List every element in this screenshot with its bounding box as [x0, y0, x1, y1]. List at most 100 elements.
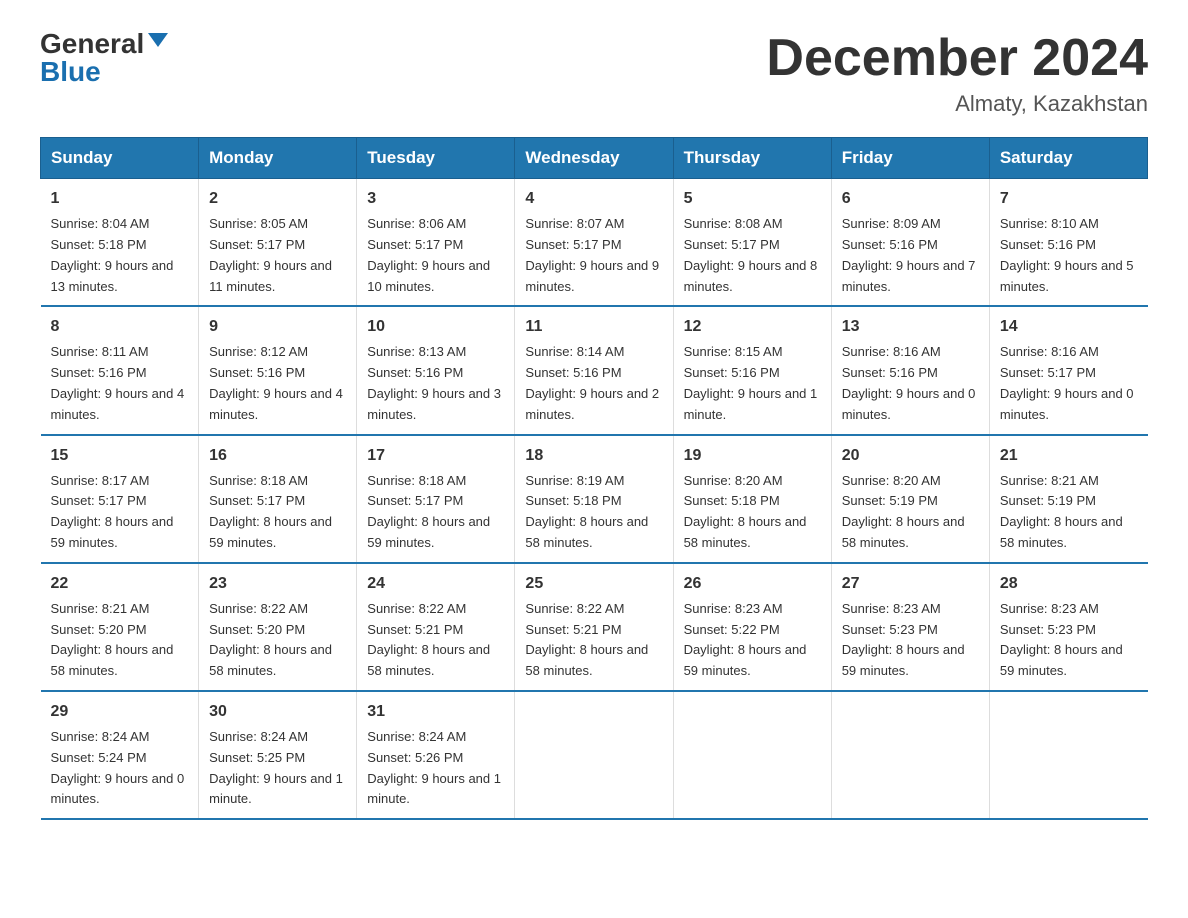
calendar-day-cell: 14 Sunrise: 8:16 AMSunset: 5:17 PMDaylig…: [989, 306, 1147, 434]
col-saturday: Saturday: [989, 138, 1147, 179]
day-number: 10: [367, 315, 504, 339]
day-info: Sunrise: 8:16 AMSunset: 5:17 PMDaylight:…: [1000, 344, 1134, 421]
day-number: 7: [1000, 187, 1138, 211]
calendar-day-cell: 9 Sunrise: 8:12 AMSunset: 5:16 PMDayligh…: [199, 306, 357, 434]
calendar-week-row: 1 Sunrise: 8:04 AMSunset: 5:18 PMDayligh…: [41, 179, 1148, 307]
logo-triangle-icon: [148, 33, 168, 47]
day-number: 18: [525, 444, 662, 468]
calendar-day-cell: 4 Sunrise: 8:07 AMSunset: 5:17 PMDayligh…: [515, 179, 673, 307]
day-number: 14: [1000, 315, 1138, 339]
day-number: 25: [525, 572, 662, 596]
day-info: Sunrise: 8:20 AMSunset: 5:19 PMDaylight:…: [842, 473, 965, 550]
day-info: Sunrise: 8:15 AMSunset: 5:16 PMDaylight:…: [684, 344, 818, 421]
day-info: Sunrise: 8:16 AMSunset: 5:16 PMDaylight:…: [842, 344, 976, 421]
day-info: Sunrise: 8:22 AMSunset: 5:21 PMDaylight:…: [525, 601, 648, 678]
calendar-day-cell: 2 Sunrise: 8:05 AMSunset: 5:17 PMDayligh…: [199, 179, 357, 307]
day-number: 27: [842, 572, 979, 596]
calendar-day-cell: 15 Sunrise: 8:17 AMSunset: 5:17 PMDaylig…: [41, 435, 199, 563]
day-number: 26: [684, 572, 821, 596]
day-number: 23: [209, 572, 346, 596]
col-thursday: Thursday: [673, 138, 831, 179]
day-info: Sunrise: 8:23 AMSunset: 5:23 PMDaylight:…: [1000, 601, 1123, 678]
day-info: Sunrise: 8:11 AMSunset: 5:16 PMDaylight:…: [51, 344, 185, 421]
day-info: Sunrise: 8:24 AMSunset: 5:26 PMDaylight:…: [367, 729, 501, 806]
col-friday: Friday: [831, 138, 989, 179]
day-number: 29: [51, 700, 189, 724]
calendar-day-cell: 5 Sunrise: 8:08 AMSunset: 5:17 PMDayligh…: [673, 179, 831, 307]
day-number: 4: [525, 187, 662, 211]
header-row: Sunday Monday Tuesday Wednesday Thursday…: [41, 138, 1148, 179]
calendar-day-cell: 29 Sunrise: 8:24 AMSunset: 5:24 PMDaylig…: [41, 691, 199, 819]
calendar-day-cell: 3 Sunrise: 8:06 AMSunset: 5:17 PMDayligh…: [357, 179, 515, 307]
calendar-day-cell: [989, 691, 1147, 819]
day-info: Sunrise: 8:05 AMSunset: 5:17 PMDaylight:…: [209, 216, 332, 293]
calendar-day-cell: 8 Sunrise: 8:11 AMSunset: 5:16 PMDayligh…: [41, 306, 199, 434]
calendar-day-cell: 24 Sunrise: 8:22 AMSunset: 5:21 PMDaylig…: [357, 563, 515, 691]
col-sunday: Sunday: [41, 138, 199, 179]
day-number: 2: [209, 187, 346, 211]
calendar-day-cell: 16 Sunrise: 8:18 AMSunset: 5:17 PMDaylig…: [199, 435, 357, 563]
calendar-week-row: 29 Sunrise: 8:24 AMSunset: 5:24 PMDaylig…: [41, 691, 1148, 819]
month-title: December 2024: [766, 30, 1148, 87]
day-info: Sunrise: 8:17 AMSunset: 5:17 PMDaylight:…: [51, 473, 174, 550]
day-info: Sunrise: 8:08 AMSunset: 5:17 PMDaylight:…: [684, 216, 818, 293]
col-wednesday: Wednesday: [515, 138, 673, 179]
day-number: 30: [209, 700, 346, 724]
calendar-day-cell: 6 Sunrise: 8:09 AMSunset: 5:16 PMDayligh…: [831, 179, 989, 307]
calendar-body: 1 Sunrise: 8:04 AMSunset: 5:18 PMDayligh…: [41, 179, 1148, 819]
day-info: Sunrise: 8:19 AMSunset: 5:18 PMDaylight:…: [525, 473, 648, 550]
day-info: Sunrise: 8:23 AMSunset: 5:23 PMDaylight:…: [842, 601, 965, 678]
calendar-day-cell: 25 Sunrise: 8:22 AMSunset: 5:21 PMDaylig…: [515, 563, 673, 691]
day-number: 24: [367, 572, 504, 596]
day-number: 11: [525, 315, 662, 339]
calendar-day-cell: 22 Sunrise: 8:21 AMSunset: 5:20 PMDaylig…: [41, 563, 199, 691]
day-number: 6: [842, 187, 979, 211]
calendar-day-cell: 26 Sunrise: 8:23 AMSunset: 5:22 PMDaylig…: [673, 563, 831, 691]
calendar-day-cell: 27 Sunrise: 8:23 AMSunset: 5:23 PMDaylig…: [831, 563, 989, 691]
calendar-week-row: 15 Sunrise: 8:17 AMSunset: 5:17 PMDaylig…: [41, 435, 1148, 563]
day-info: Sunrise: 8:09 AMSunset: 5:16 PMDaylight:…: [842, 216, 976, 293]
logo-general: General: [40, 30, 144, 58]
day-number: 22: [51, 572, 189, 596]
day-info: Sunrise: 8:06 AMSunset: 5:17 PMDaylight:…: [367, 216, 490, 293]
col-monday: Monday: [199, 138, 357, 179]
day-number: 13: [842, 315, 979, 339]
day-number: 1: [51, 187, 189, 211]
calendar-week-row: 8 Sunrise: 8:11 AMSunset: 5:16 PMDayligh…: [41, 306, 1148, 434]
calendar-day-cell: 20 Sunrise: 8:20 AMSunset: 5:19 PMDaylig…: [831, 435, 989, 563]
calendar-day-cell: 10 Sunrise: 8:13 AMSunset: 5:16 PMDaylig…: [357, 306, 515, 434]
title-section: December 2024 Almaty, Kazakhstan: [766, 30, 1148, 117]
day-info: Sunrise: 8:24 AMSunset: 5:24 PMDaylight:…: [51, 729, 185, 806]
calendar-day-cell: [515, 691, 673, 819]
day-info: Sunrise: 8:23 AMSunset: 5:22 PMDaylight:…: [684, 601, 807, 678]
col-tuesday: Tuesday: [357, 138, 515, 179]
day-info: Sunrise: 8:18 AMSunset: 5:17 PMDaylight:…: [367, 473, 490, 550]
day-number: 3: [367, 187, 504, 211]
day-info: Sunrise: 8:07 AMSunset: 5:17 PMDaylight:…: [525, 216, 659, 293]
day-info: Sunrise: 8:21 AMSunset: 5:20 PMDaylight:…: [51, 601, 174, 678]
calendar-day-cell: 13 Sunrise: 8:16 AMSunset: 5:16 PMDaylig…: [831, 306, 989, 434]
day-number: 28: [1000, 572, 1138, 596]
calendar-day-cell: 12 Sunrise: 8:15 AMSunset: 5:16 PMDaylig…: [673, 306, 831, 434]
calendar-header: Sunday Monday Tuesday Wednesday Thursday…: [41, 138, 1148, 179]
location: Almaty, Kazakhstan: [766, 91, 1148, 117]
day-number: 19: [684, 444, 821, 468]
calendar-day-cell: 17 Sunrise: 8:18 AMSunset: 5:17 PMDaylig…: [357, 435, 515, 563]
day-number: 17: [367, 444, 504, 468]
day-number: 16: [209, 444, 346, 468]
day-info: Sunrise: 8:13 AMSunset: 5:16 PMDaylight:…: [367, 344, 501, 421]
calendar-table: Sunday Monday Tuesday Wednesday Thursday…: [40, 137, 1148, 820]
day-info: Sunrise: 8:24 AMSunset: 5:25 PMDaylight:…: [209, 729, 343, 806]
day-number: 20: [842, 444, 979, 468]
calendar-day-cell: 18 Sunrise: 8:19 AMSunset: 5:18 PMDaylig…: [515, 435, 673, 563]
calendar-day-cell: 21 Sunrise: 8:21 AMSunset: 5:19 PMDaylig…: [989, 435, 1147, 563]
day-info: Sunrise: 8:22 AMSunset: 5:20 PMDaylight:…: [209, 601, 332, 678]
day-info: Sunrise: 8:18 AMSunset: 5:17 PMDaylight:…: [209, 473, 332, 550]
day-number: 21: [1000, 444, 1138, 468]
day-info: Sunrise: 8:04 AMSunset: 5:18 PMDaylight:…: [51, 216, 174, 293]
day-number: 15: [51, 444, 189, 468]
logo: General Blue: [40, 30, 168, 86]
calendar-day-cell: 23 Sunrise: 8:22 AMSunset: 5:20 PMDaylig…: [199, 563, 357, 691]
day-info: Sunrise: 8:21 AMSunset: 5:19 PMDaylight:…: [1000, 473, 1123, 550]
calendar-day-cell: [831, 691, 989, 819]
